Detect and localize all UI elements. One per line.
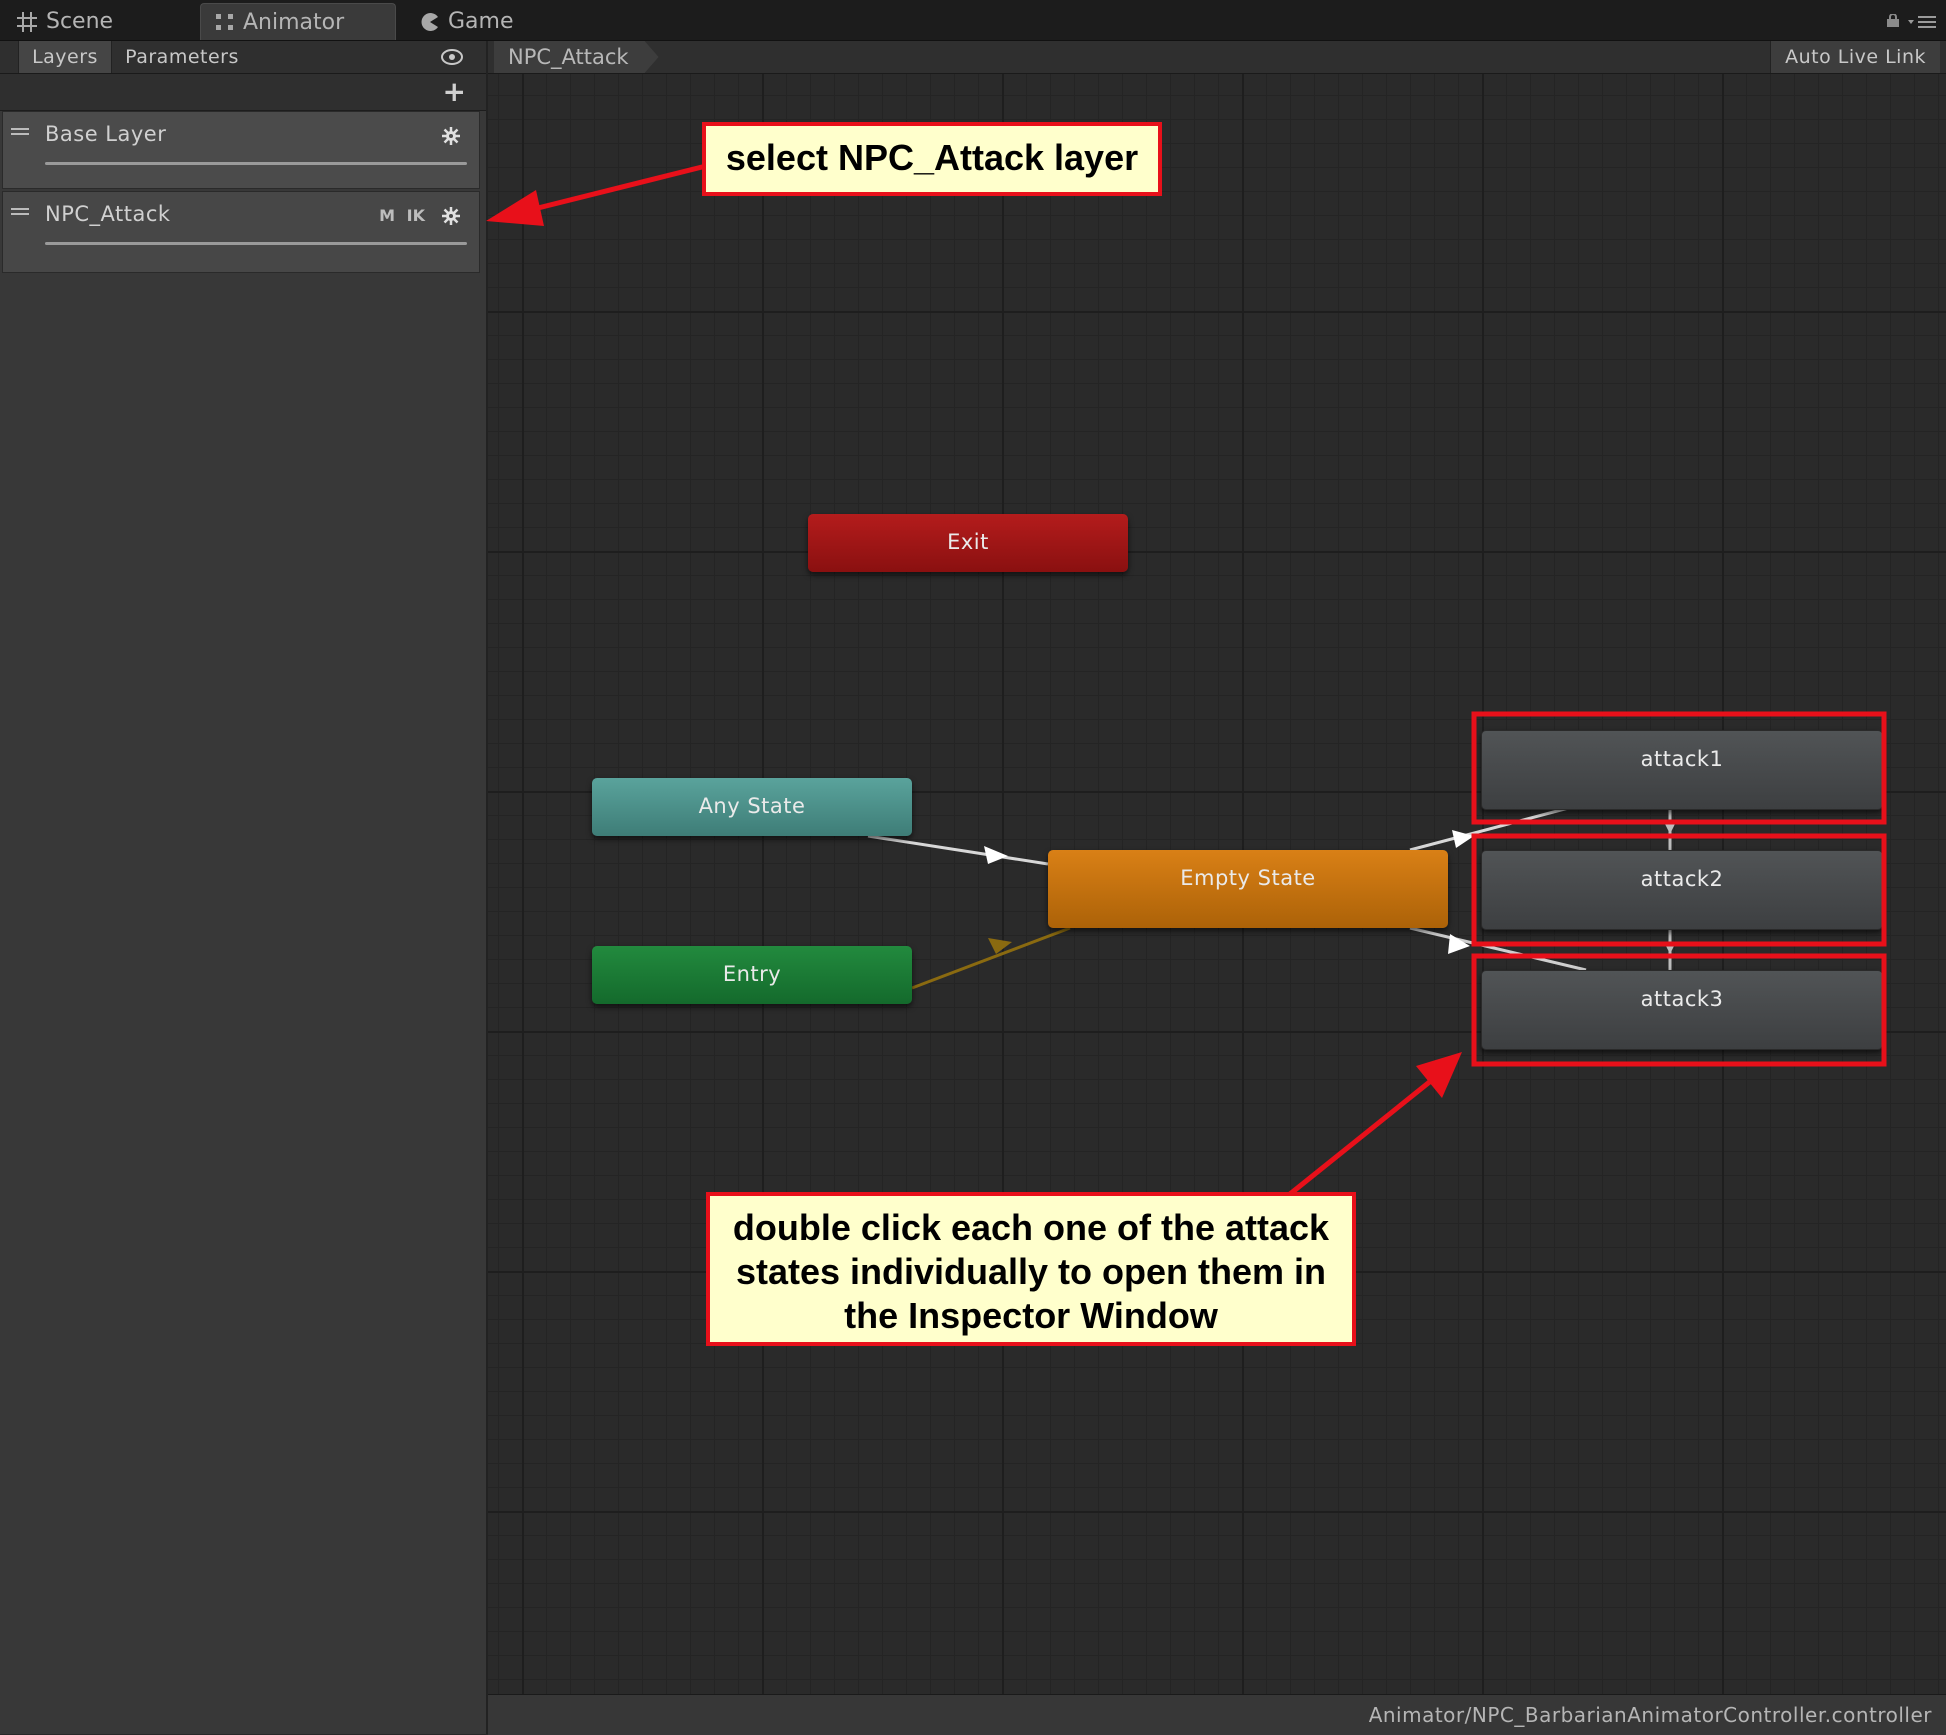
layers-panel-toolbar: Layers Parameters — [0, 41, 486, 74]
tab-game[interactable]: Game — [406, 3, 586, 40]
window-tab-bar: Scene Animator Game — [0, 0, 1946, 41]
layers-panel: Layers Parameters + Base Layer NPC_Attac… — [0, 41, 488, 1734]
auto-live-link-button[interactable]: Auto Live Link — [1770, 41, 1940, 73]
breadcrumb[interactable]: NPC_Attack — [494, 41, 659, 73]
layer-item-npc-attack[interactable]: NPC_Attack M IK — [2, 191, 480, 273]
ik-badge: IK — [406, 206, 425, 225]
annotation-callout-select-layer: select NPC_Attack layer — [702, 122, 1162, 196]
drag-handle-icon[interactable] — [11, 128, 29, 135]
state-empty-state[interactable]: Empty State — [1048, 850, 1448, 928]
tab-parameters[interactable]: Parameters — [112, 41, 252, 73]
state-label: attack1 — [1640, 747, 1724, 771]
callout-line: double click each one of the attack — [732, 1207, 1330, 1248]
graph-toolbar: NPC_Attack Auto Live Link — [488, 41, 1946, 74]
add-layer-icon[interactable]: + — [443, 76, 466, 108]
tab-animator[interactable]: Animator — [200, 3, 396, 40]
state-label: Exit — [947, 530, 989, 554]
lock-icon[interactable] — [1886, 14, 1900, 27]
gear-icon[interactable] — [441, 126, 461, 146]
state-label: Any State — [698, 794, 806, 818]
gear-icon[interactable] — [441, 206, 461, 226]
layer-weight-slider[interactable] — [45, 242, 467, 245]
callout-line: states individually to open them in — [735, 1251, 1327, 1292]
layer-item-base-layer[interactable]: Base Layer — [2, 111, 480, 189]
tab-label: Game — [448, 9, 514, 34]
layer-weight-slider[interactable] — [45, 162, 467, 165]
pacman-icon — [421, 12, 438, 31]
state-attack1[interactable]: attack1 — [1481, 730, 1883, 810]
drag-handle-icon[interactable] — [11, 208, 29, 215]
mask-badge: M — [379, 206, 395, 225]
tab-layers[interactable]: Layers — [18, 41, 112, 73]
state-entry[interactable]: Entry — [592, 946, 912, 1004]
state-any-state[interactable]: Any State — [592, 778, 912, 836]
add-layer-row: + — [0, 74, 486, 111]
layer-name: Base Layer — [45, 122, 167, 146]
callout-line: the Inspector Window — [844, 1295, 1218, 1336]
menu-icon[interactable] — [1908, 14, 1936, 30]
state-attack3[interactable]: attack3 — [1481, 970, 1883, 1050]
animator-icon — [216, 14, 233, 30]
eye-icon[interactable] — [440, 47, 464, 67]
grid-icon — [17, 11, 37, 32]
state-label: Empty State — [1180, 866, 1316, 890]
state-exit[interactable]: Exit — [808, 514, 1128, 572]
state-attack2[interactable]: attack2 — [1481, 850, 1883, 930]
tab-scene[interactable]: Scene — [2, 3, 182, 40]
controller-path: Animator/NPC_BarbarianAnimatorController… — [1368, 1703, 1932, 1727]
annotation-callout-double-click: double click each one of the attack stat… — [706, 1192, 1356, 1346]
status-bar: Animator/NPC_BarbarianAnimatorController… — [488, 1694, 1946, 1735]
state-label: Entry — [722, 962, 782, 986]
state-label: attack2 — [1640, 867, 1724, 891]
tab-label: Scene — [46, 9, 114, 34]
tab-label: Animator — [243, 9, 345, 35]
state-label: attack3 — [1640, 987, 1724, 1011]
layer-name: NPC_Attack — [45, 202, 171, 226]
